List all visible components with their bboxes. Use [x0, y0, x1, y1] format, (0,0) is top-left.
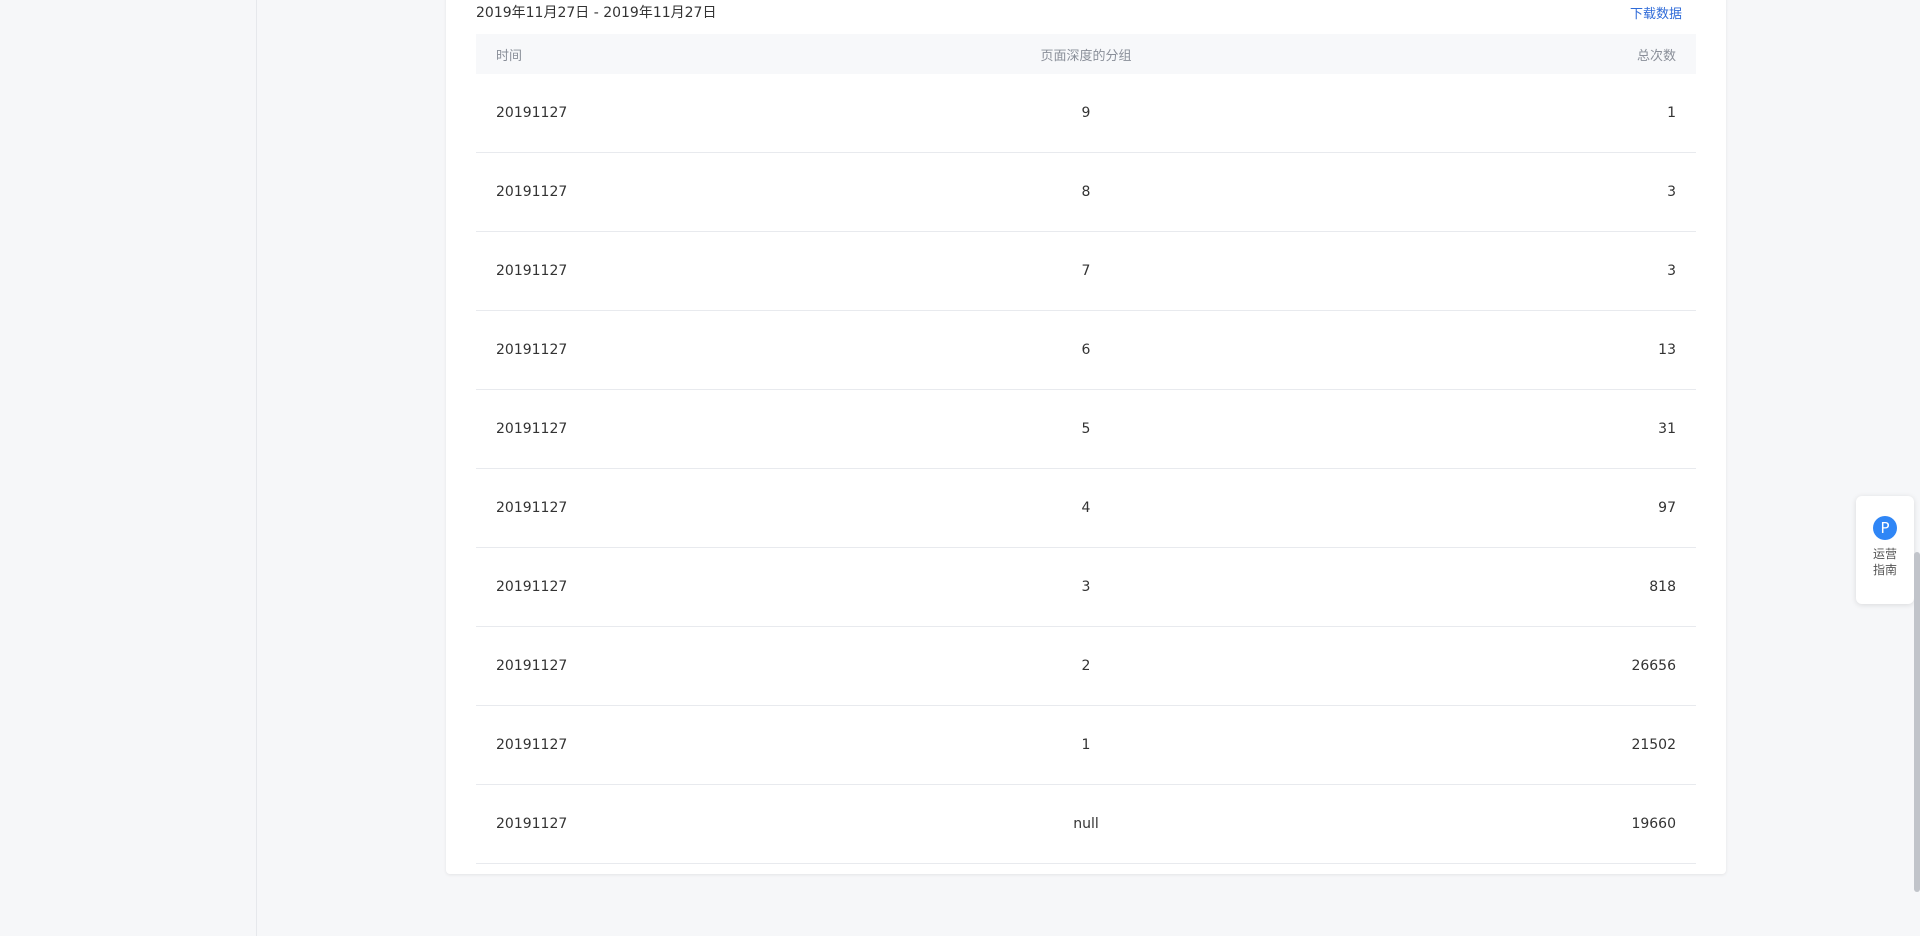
cell-total: 26656: [1289, 626, 1696, 706]
cell-depth-group: 9: [882, 74, 1290, 153]
cell-time: 20191127: [476, 547, 883, 627]
table-row: 20191127 1 21502: [476, 705, 1696, 785]
cell-total: 13: [1289, 310, 1696, 390]
cell-time: 20191127: [476, 626, 883, 706]
cell-time: 20191127: [476, 705, 883, 785]
download-data-link[interactable]: 下载数据: [1630, 3, 1682, 22]
table-row: 20191127 7 3: [476, 231, 1696, 311]
scrollbar-thumb[interactable]: [1914, 552, 1920, 892]
cell-depth-group: 7: [882, 231, 1290, 311]
cell-time: 20191127: [476, 152, 883, 232]
table-row: 20191127 2 26656: [476, 626, 1696, 706]
cell-depth-group: 5: [882, 389, 1290, 469]
table-header-row: 时间 页面深度的分组 总次数: [476, 34, 1696, 74]
table-row: 20191127 9 1: [476, 74, 1696, 153]
cell-total: 19660: [1289, 784, 1696, 864]
table-row: 20191127 6 13: [476, 310, 1696, 390]
table-row: 20191127 null 19660: [476, 784, 1696, 864]
cell-depth-group: 3: [882, 547, 1290, 627]
column-header-total: 总次数: [1289, 34, 1696, 74]
cell-time: 20191127: [476, 231, 883, 311]
page: 2019年11月27日 - 2019年11月27日 下载数据 时间 页面深度的分…: [0, 0, 1920, 936]
cell-depth-group: 6: [882, 310, 1290, 390]
cell-time: 20191127: [476, 310, 883, 390]
sidebar-divider: [256, 0, 257, 936]
table-row: 20191127 5 31: [476, 389, 1696, 469]
card-header: 2019年11月27日 - 2019年11月27日 下载数据: [476, 0, 1682, 24]
p-logo-icon: P: [1873, 516, 1897, 540]
cell-time: 20191127: [476, 74, 883, 153]
cell-total: 1: [1289, 74, 1696, 153]
cell-total: 21502: [1289, 705, 1696, 785]
date-range-text: 2019年11月27日 - 2019年11月27日: [476, 5, 717, 21]
cell-time: 20191127: [476, 784, 883, 864]
cell-time: 20191127: [476, 468, 883, 548]
cell-total: 818: [1289, 547, 1696, 627]
cell-time: 20191127: [476, 389, 883, 469]
table-row: 20191127 3 818: [476, 547, 1696, 627]
cell-total: 3: [1289, 231, 1696, 311]
operation-guide-label: 运营指南: [1872, 547, 1897, 577]
cell-total: 31: [1289, 389, 1696, 469]
data-table: 时间 页面深度的分组 总次数 20191127 9 1 20191127 8 3…: [476, 34, 1696, 864]
data-card: 2019年11月27日 - 2019年11月27日 下载数据 时间 页面深度的分…: [446, 0, 1726, 874]
operation-guide-button[interactable]: P 运营指南: [1856, 496, 1914, 604]
scrollbar[interactable]: [1914, 0, 1920, 936]
cell-depth-group: 2: [882, 626, 1290, 706]
cell-depth-group: 8: [882, 152, 1290, 232]
column-header-depth-group: 页面深度的分组: [882, 34, 1290, 74]
column-header-time: 时间: [476, 34, 883, 74]
table-row: 20191127 8 3: [476, 152, 1696, 232]
cell-depth-group: 1: [882, 705, 1290, 785]
cell-depth-group: null: [882, 784, 1290, 864]
table-row: 20191127 4 97: [476, 468, 1696, 548]
cell-total: 3: [1289, 152, 1696, 232]
cell-depth-group: 4: [882, 468, 1290, 548]
cell-total: 97: [1289, 468, 1696, 548]
